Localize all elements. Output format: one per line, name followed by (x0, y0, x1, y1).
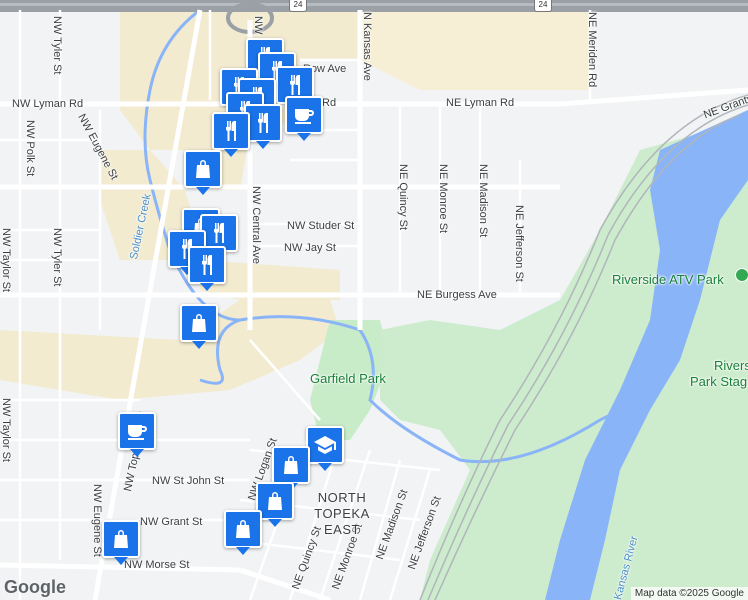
google-logo: Google (4, 577, 66, 597)
street-label-rd-fragment: Rd (322, 97, 337, 109)
map-pin-shopping[interactable] (180, 304, 218, 349)
street-label-nw-tyler-top: NW Tyler St (51, 16, 63, 75)
fork-knife-icon (219, 119, 243, 143)
shopping-bag-icon (109, 527, 133, 551)
street-label-nw-st-john: NW St John St (152, 475, 225, 487)
map-pin-shopping[interactable] (272, 446, 310, 491)
park-label-garfield[interactable]: Garfield Park (310, 371, 386, 386)
street-label-nw-tyler-mid: NW Tyler St (51, 228, 63, 287)
street-label-ne-lyman: NE Lyman Rd (446, 97, 515, 109)
street-label-nw-studer: NW Studer St (287, 220, 355, 232)
shopping-bag-icon (231, 517, 255, 541)
street-label-nw-taylor-bottom: NW Taylor St (0, 398, 12, 462)
neighborhood-label: NORTH TOPEKA EAST (314, 490, 370, 537)
park-label-riverside-stage-1[interactable]: Rivers (714, 358, 748, 373)
street-label-ne-jefferson-top: NE Jefferson St (513, 205, 525, 282)
highway-shield-24-left: 24 (289, 0, 307, 12)
street-label-nw-top: NW (252, 16, 264, 35)
street-label-ne-meriden: NE Meriden Rd (586, 12, 598, 88)
shopping-bag-icon (279, 453, 303, 477)
map-pin-cafe[interactable] (285, 96, 323, 141)
street-label-ne-madison-top: NE Madison St (477, 164, 489, 238)
street-label-nw-lyman: NW Lyman Rd (12, 98, 84, 110)
highway-shield-24-right: 24 (534, 0, 552, 12)
street-label-n-kansas: N Kansas Ave (361, 12, 373, 81)
street-label-nw-taylor-top: NW Taylor St (0, 228, 12, 292)
map-pin-school[interactable] (306, 426, 344, 471)
park-label-riverside-stage-2[interactable]: Park Stag (690, 374, 747, 389)
map-pin-cafe[interactable] (118, 412, 156, 457)
map-pin-shopping[interactable] (224, 510, 262, 555)
park-label-riverside-atv[interactable]: Riverside ATV Park (612, 272, 724, 287)
shopping-bag-icon (191, 157, 215, 181)
fork-knife-icon (195, 253, 219, 277)
fork-knife-icon (283, 73, 307, 97)
fork-knife-icon (251, 111, 275, 135)
street-label-ne-monroe-top: NE Monroe St (437, 164, 449, 234)
map-pin-shopping[interactable] (184, 150, 222, 195)
street-label-ne-burgess: NE Burgess Ave (417, 289, 497, 301)
park-poi-icon[interactable] (735, 268, 748, 282)
map-pin-restaurant[interactable] (212, 112, 250, 157)
map-canvas[interactable]: 24 24 NW Tyler St NW Polk St NW Eugene S… (0, 0, 748, 600)
street-label-nw-central: NW Central Ave (250, 186, 262, 265)
street-label-ne-quincy-top: NE Quincy St (397, 164, 409, 231)
graduation-cap-icon (313, 433, 337, 457)
fork-knife-icon (207, 221, 231, 245)
map-pin-restaurant[interactable] (188, 246, 226, 291)
street-label-nw-grant: NW Grant St (140, 516, 203, 528)
coffee-cup-icon (125, 419, 149, 443)
neighborhood-label-north: NORTH TOPEKA EAST (303, 490, 381, 538)
street-label-nw-morse: NW Morse St (124, 559, 190, 571)
street-label-nw-jay: NW Jay St (284, 242, 336, 254)
shopping-bag-icon (187, 311, 211, 335)
street-label-nw-polk: NW Polk St (24, 120, 36, 177)
shopping-bag-icon (263, 489, 287, 513)
map-pin-shopping[interactable] (102, 520, 140, 565)
coffee-cup-icon (292, 103, 316, 127)
map-attribution[interactable]: Map data ©2025 Google (630, 587, 748, 600)
